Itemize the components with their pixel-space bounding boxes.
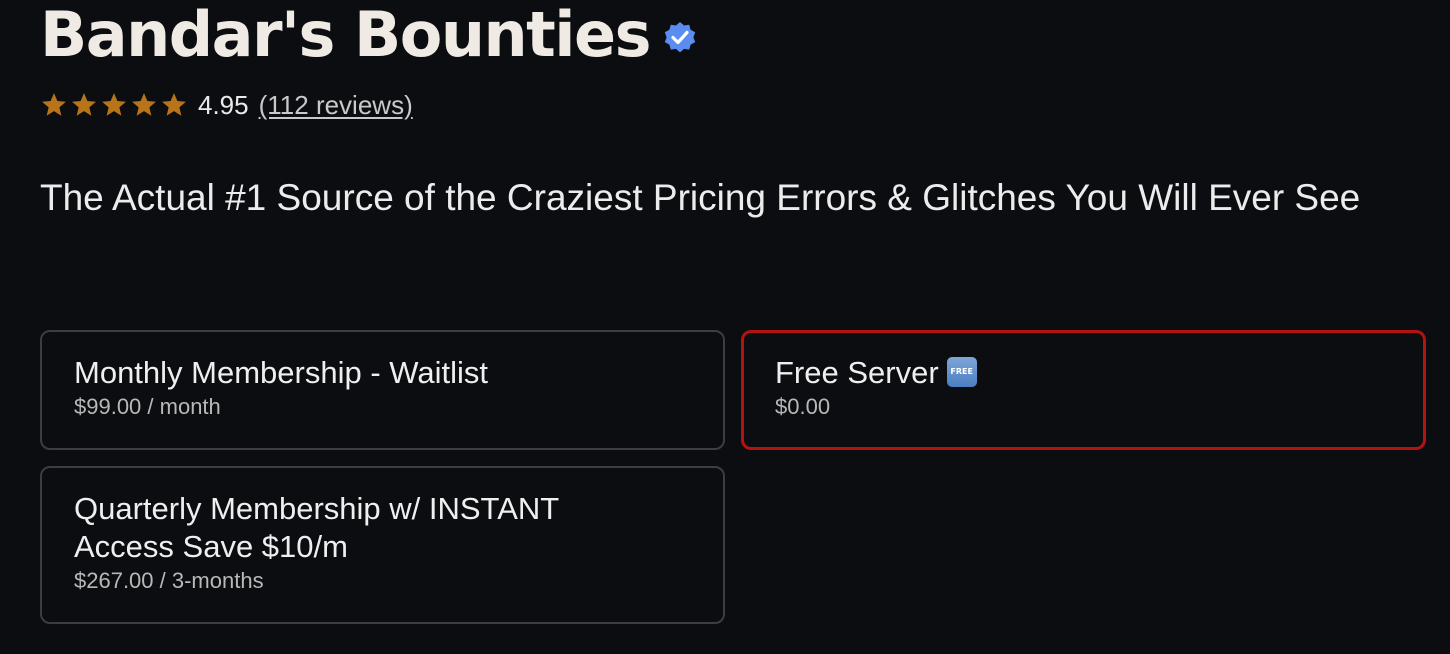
page-title: Bandar's Bounties xyxy=(40,0,651,71)
plan-title: Quarterly Membership w/ INSTANT Access S… xyxy=(74,491,559,564)
page-header: Bandar's Bounties xyxy=(40,0,698,70)
rating-summary: 4.95 (112 reviews) xyxy=(40,88,413,122)
plan-option-quarterly[interactable]: Quarterly Membership w/ INSTANT Access S… xyxy=(40,466,725,624)
plan-title: Monthly Membership - Waitlist xyxy=(74,355,489,390)
free-badge-icon: FREE xyxy=(946,356,977,387)
plan-price: $267.00 / 3-months xyxy=(74,568,264,593)
plan-price: $0.00 xyxy=(775,394,831,419)
star-icon xyxy=(70,91,98,119)
star-icon xyxy=(160,91,188,119)
star-icon xyxy=(100,91,128,119)
star-icon xyxy=(40,91,68,119)
rating-value: 4.95 xyxy=(198,89,249,120)
star-icon xyxy=(130,91,158,119)
verified-badge-icon xyxy=(662,20,698,56)
star-rating xyxy=(40,91,188,119)
plan-title: Free Server xyxy=(775,355,939,390)
reviews-link[interactable]: (112 reviews) xyxy=(259,90,413,121)
plan-title-row: Free Server FREE xyxy=(775,354,1392,392)
plan-option-free-server[interactable]: Free Server FREE $0.00 xyxy=(741,330,1426,450)
plan-price: $99.00 / month xyxy=(74,394,221,419)
plan-option-monthly[interactable]: Monthly Membership - Waitlist $99.00 / m… xyxy=(40,330,725,450)
product-tagline: The Actual #1 Source of the Craziest Pri… xyxy=(40,177,1361,218)
